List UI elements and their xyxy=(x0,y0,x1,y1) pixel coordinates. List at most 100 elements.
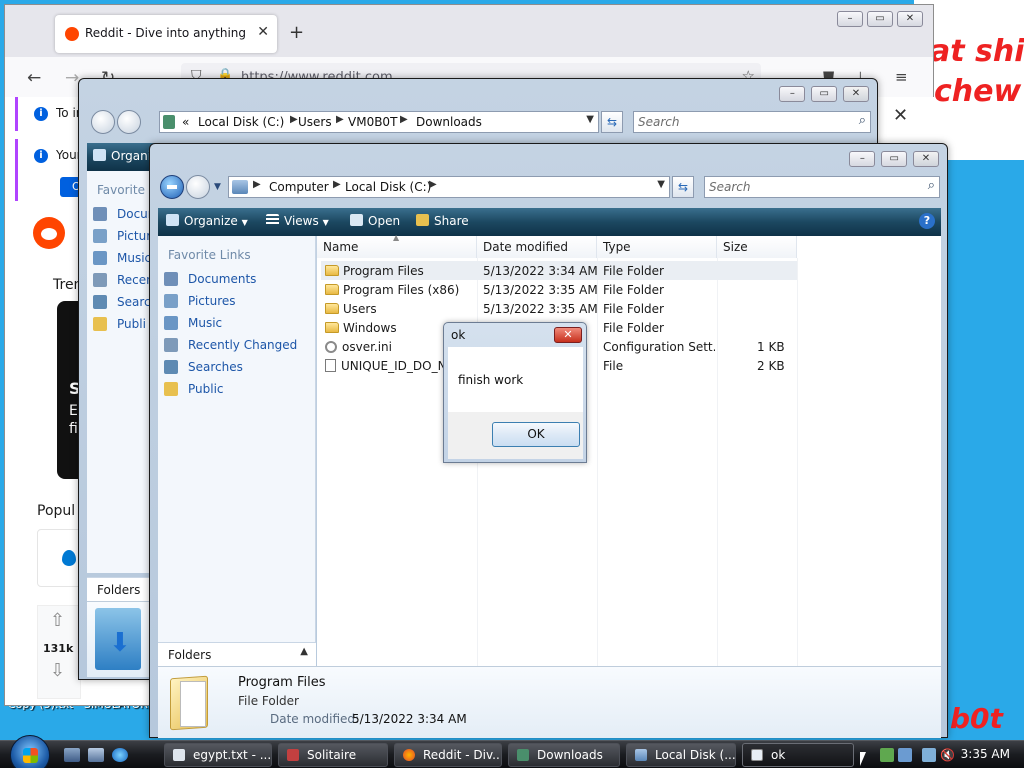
search-icon[interactable]: ⌕ xyxy=(928,178,935,193)
switch-windows-icon[interactable] xyxy=(88,748,104,762)
notification-close-icon[interactable]: ✕ xyxy=(893,105,908,126)
taskbar-item-ok[interactable]: ok xyxy=(742,743,854,767)
address-bar[interactable]: ▶ Computer ▶ Local Disk (C:) ▶ ▼ xyxy=(228,176,670,198)
back-button[interactable] xyxy=(91,110,115,134)
searches-icon xyxy=(93,295,107,309)
tray-network-icon[interactable] xyxy=(898,748,912,762)
organize-button[interactable]: Organi xyxy=(93,149,151,163)
chevron-right-icon[interactable]: ▶ xyxy=(336,114,344,125)
back-navbar: « Local Disk (C:) ▶ Users ▶ VM0B0T ▶ Dow… xyxy=(87,109,871,137)
browser-tab-reddit[interactable]: Reddit - Dive into anything ✕ xyxy=(55,15,277,53)
start-button[interactable] xyxy=(10,735,50,768)
chevron-right-icon[interactable]: ▶ xyxy=(429,179,437,190)
tab-close-icon[interactable]: ✕ xyxy=(257,24,269,40)
network-icon[interactable] xyxy=(922,748,936,762)
address-segment-1[interactable]: Local Disk (C:) xyxy=(198,115,284,129)
share-icon xyxy=(416,214,429,226)
taskbar-item-notepad[interactable]: egypt.txt - ... xyxy=(164,743,272,767)
internet-explorer-icon[interactable] xyxy=(112,748,128,762)
clock[interactable]: 3:35 AM xyxy=(961,747,1010,761)
taskbar-item-firefox[interactable]: Reddit - Div... xyxy=(394,743,502,767)
folders-bar[interactable]: Folders xyxy=(87,577,157,601)
search-input[interactable]: Search ⌕ xyxy=(633,111,871,133)
browser-close-button[interactable]: ✕ xyxy=(897,11,923,27)
refresh-button[interactable]: ⇆ xyxy=(672,176,694,198)
tray-app-icon[interactable] xyxy=(880,748,894,762)
refresh-button[interactable]: ⇆ xyxy=(601,111,623,133)
paint-text-2: chew xyxy=(934,74,1022,109)
ok-button[interactable]: OK xyxy=(492,422,580,447)
views-button[interactable]: Views ▼ xyxy=(266,214,329,228)
back-arrow-icon[interactable]: ← xyxy=(27,68,41,88)
address-overflow[interactable]: « xyxy=(182,115,189,129)
address-segment-1[interactable]: Computer xyxy=(269,180,329,194)
menu-icon[interactable]: ≡ xyxy=(895,68,908,86)
minimize-button[interactable]: – xyxy=(779,86,806,102)
chevron-right-icon[interactable]: ▶ xyxy=(253,179,261,190)
chevron-down-icon: ▼ xyxy=(241,218,248,227)
maximize-button[interactable]: ▭ xyxy=(811,86,838,102)
chevron-up-icon[interactable]: ▲ xyxy=(300,646,308,657)
column-label: Date modified xyxy=(483,240,569,254)
column-header-size[interactable]: Size xyxy=(717,236,797,258)
upvote-icon[interactable]: ⇧ xyxy=(50,610,65,631)
nav-link-label: Public xyxy=(188,382,224,396)
close-button[interactable]: ✕ xyxy=(843,86,869,102)
file-row[interactable]: Program Files (x86) 5/13/2022 3:35 AM Fi… xyxy=(321,280,797,299)
column-header-date[interactable]: Date modified xyxy=(477,236,597,258)
chevron-right-icon[interactable]: ▶ xyxy=(400,114,408,125)
info-icon: i xyxy=(34,107,48,121)
back-button[interactable] xyxy=(160,175,184,199)
nav-link-label: Music xyxy=(117,251,152,265)
maximize-button[interactable]: ▭ xyxy=(881,151,908,167)
folders-bar[interactable]: Folders ▲ xyxy=(158,642,316,666)
address-bar[interactable]: « Local Disk (C:) ▶ Users ▶ VM0B0T ▶ Dow… xyxy=(159,111,599,133)
taskbar-item-label: Solitaire xyxy=(307,748,357,762)
forward-button[interactable] xyxy=(186,175,210,199)
column-header-name[interactable]: Name ▲ xyxy=(317,233,477,258)
forward-button[interactable] xyxy=(117,110,141,134)
file-row[interactable]: Program Files 5/13/2022 3:34 AM File Fol… xyxy=(321,261,797,280)
taskbar-item-solitaire[interactable]: Solitaire xyxy=(278,743,388,767)
address-segment-3[interactable]: VM0B0T xyxy=(348,115,397,129)
show-desktop-icon[interactable] xyxy=(64,748,80,762)
browser-maximize-button[interactable]: ▭ xyxy=(867,11,893,27)
public-folder-icon xyxy=(164,382,178,396)
file-name: UNIQUE_ID_DO_NC xyxy=(341,359,451,373)
reddit-logo-icon[interactable] xyxy=(33,217,65,249)
downvote-icon[interactable]: ⇩ xyxy=(50,660,65,681)
taskbar: egypt.txt - ... Solitaire Reddit - Div..… xyxy=(0,735,1024,768)
help-icon[interactable]: ? xyxy=(919,213,935,229)
details-name: Program Files xyxy=(238,675,326,690)
taskbar-item-downloads[interactable]: Downloads xyxy=(508,743,620,767)
chevron-right-icon[interactable]: ▶ xyxy=(333,179,341,190)
file-row[interactable]: Users 5/13/2022 3:35 AM File Folder xyxy=(321,299,797,318)
open-button[interactable]: Open xyxy=(350,214,400,228)
organize-label: Organi xyxy=(111,149,152,163)
file-size: 2 KB xyxy=(757,359,785,373)
column-header-type[interactable]: Type xyxy=(597,236,717,258)
message-box-close-button[interactable]: ✕ xyxy=(554,327,582,343)
address-segment-2[interactable]: Local Disk (C:) xyxy=(345,180,431,194)
minimize-button[interactable]: – xyxy=(849,151,876,167)
chevron-down-icon[interactable]: ▼ xyxy=(586,114,594,125)
organize-button[interactable]: Organize ▼ xyxy=(166,214,248,228)
chevron-right-icon[interactable]: ▶ xyxy=(290,114,298,125)
volume-muted-icon[interactable]: 🔇 xyxy=(940,748,955,762)
chevron-down-icon[interactable]: ▼ xyxy=(657,179,665,190)
share-button[interactable]: Share xyxy=(416,214,469,228)
new-tab-icon[interactable]: + xyxy=(289,22,304,43)
browser-minimize-button[interactable]: – xyxy=(837,11,863,27)
close-button[interactable]: ✕ xyxy=(913,151,939,167)
address-segment-2[interactable]: Users xyxy=(298,115,332,129)
taskbar-item-local-disk[interactable]: Local Disk (... xyxy=(626,743,736,767)
pictures-icon xyxy=(93,229,107,243)
search-icon[interactable]: ⌕ xyxy=(859,113,866,128)
recent-icon xyxy=(93,273,107,287)
folders-label: Folders xyxy=(168,648,212,662)
sort-up-icon: ▲ xyxy=(393,233,400,242)
history-dropdown-icon[interactable]: ▼ xyxy=(214,182,221,192)
file-type: Configuration Sett... xyxy=(603,340,715,354)
search-input[interactable]: Search ⌕ xyxy=(704,176,940,198)
address-segment-4[interactable]: Downloads xyxy=(416,115,482,129)
